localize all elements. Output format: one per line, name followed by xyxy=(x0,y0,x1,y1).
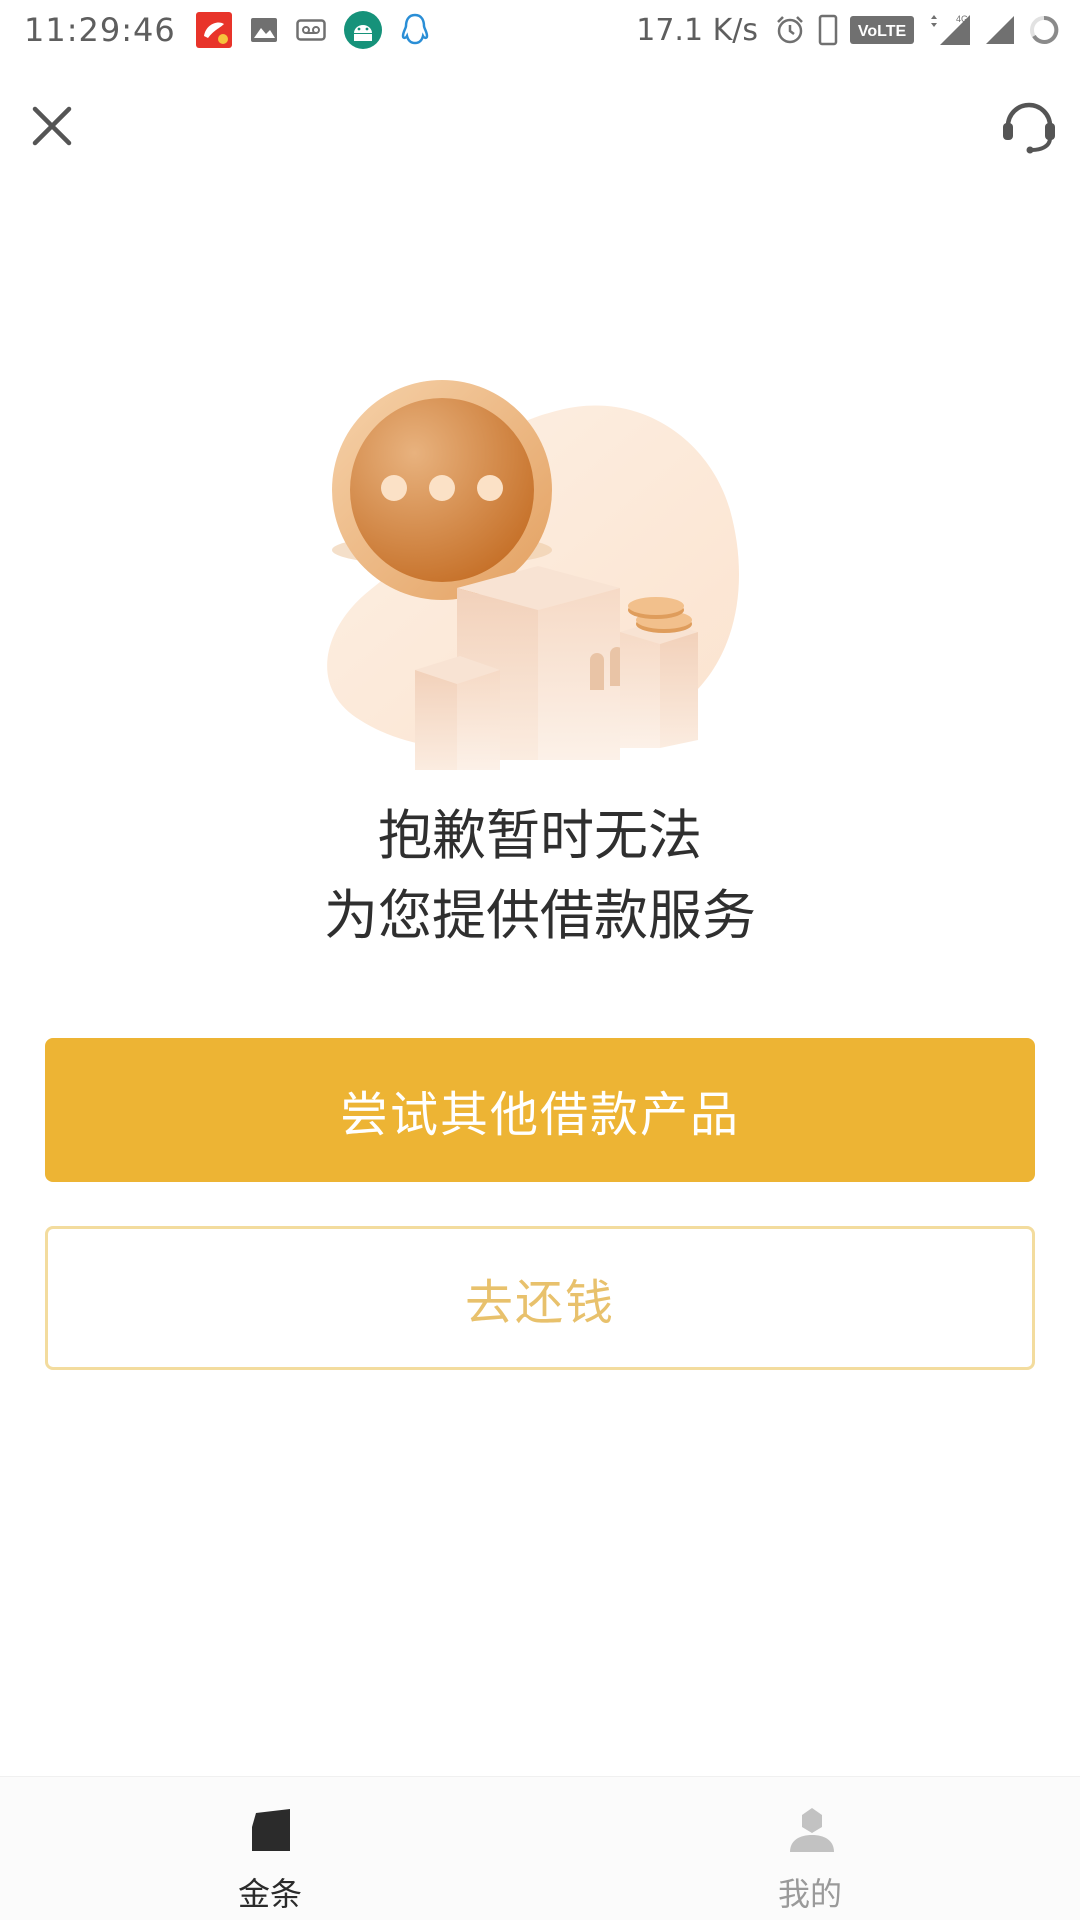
bottom-tab-bar: 金条 我的 xyxy=(0,1776,1080,1920)
tab-mine-label: 我的 xyxy=(777,1875,842,1913)
alarm-icon xyxy=(774,14,806,46)
close-button[interactable] xyxy=(22,96,82,156)
signal-icon xyxy=(984,14,1016,46)
signal-4g-icon: 4G xyxy=(926,13,972,47)
network-speed: 17.1 K/s xyxy=(636,12,758,48)
error-message: 抱歉暂时无法 为您提供借款服务 xyxy=(0,796,1080,956)
close-icon xyxy=(32,106,72,146)
volte-badge: VoLTE xyxy=(850,16,914,44)
unavailable-illustration xyxy=(310,370,770,780)
battery-charging-icon xyxy=(1028,14,1060,46)
headset-icon xyxy=(1003,102,1055,154)
qq-icon xyxy=(400,12,430,48)
svg-text:VoLTE: VoLTE xyxy=(858,23,907,40)
tab-jintiao-label: 金条 xyxy=(237,1875,302,1913)
error-message-line-2: 为您提供借款服务 xyxy=(324,884,756,947)
top-nav xyxy=(0,60,1080,190)
tab-mine[interactable]: 我的 xyxy=(540,1777,1080,1920)
error-message-line-1: 抱歉暂时无法 xyxy=(378,804,702,867)
customer-service-button[interactable] xyxy=(996,92,1062,158)
status-left: 11:29:46 xyxy=(24,11,448,49)
tab-jintiao[interactable]: 金条 xyxy=(0,1777,540,1920)
go-repay-button[interactable]: 去还钱 xyxy=(45,1226,1035,1370)
status-time: 11:29:46 xyxy=(24,11,176,49)
status-right: 17.1 K/s VoLTE 4G xyxy=(636,13,1060,48)
app-notification-icon xyxy=(195,12,232,48)
status-bar: 11:29:46 17.1 K/s VoLTE 4G xyxy=(0,0,1080,60)
voicemail-icon xyxy=(295,18,326,42)
image-icon xyxy=(250,17,278,43)
card-icon xyxy=(252,1809,290,1851)
person-icon xyxy=(790,1808,834,1852)
screen: 11:29:46 17.1 K/s VoLTE 4G 抱歉暂时无法 为您提供借款… xyxy=(0,0,1080,1920)
svg-text:4G: 4G xyxy=(956,14,968,24)
try-other-products-button[interactable]: 尝试其他借款产品 xyxy=(45,1038,1035,1182)
android-icon xyxy=(343,11,382,49)
phone-vibrate-icon xyxy=(818,14,838,46)
